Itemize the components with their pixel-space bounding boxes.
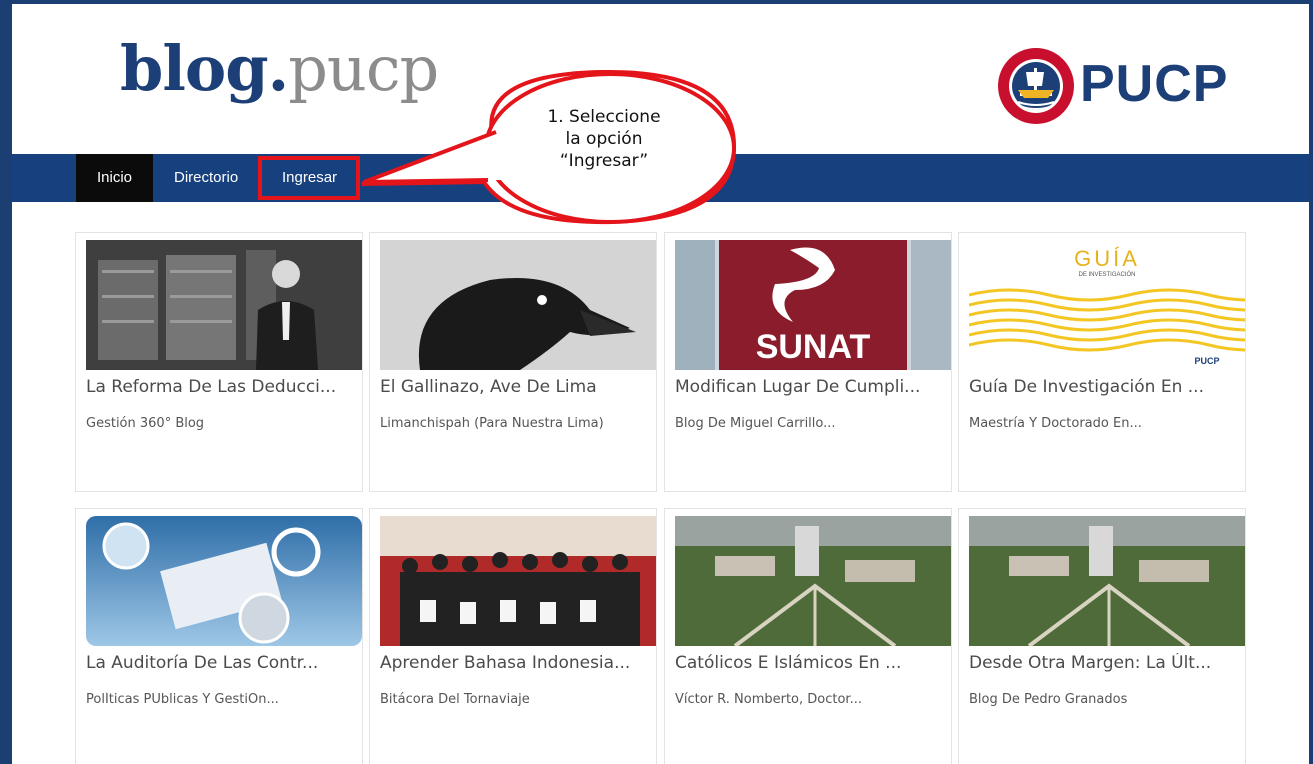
guia-image-title: GUÍA (1074, 246, 1140, 271)
post-title[interactable]: El Gallinazo, Ave De Lima (380, 377, 660, 397)
post-blog-name[interactable]: Blog De Pedro Granados (969, 692, 1249, 707)
pucp-wordmark: PUCP (1080, 55, 1229, 113)
guia-image-brand: PUCP (1194, 356, 1219, 366)
post-blog-name[interactable]: Blog De Miguel Carrillo... (675, 416, 955, 431)
nav-item-partial[interactable]: A (380, 154, 418, 202)
post-card[interactable]: GUÍA DE INVESTIGACIÓN PUCP Guía De Inves… (958, 232, 1246, 492)
nav-item-inicio[interactable]: Inicio (76, 154, 153, 202)
post-card[interactable]: SUNAT Modifican Lugar De Cumpli... Blog … (664, 232, 952, 492)
post-blog-name[interactable]: Gestión 360° Blog (86, 416, 366, 431)
guia-image-subtitle: DE INVESTIGACIÓN (1078, 271, 1135, 278)
post-blog-name[interactable]: Bitácora Del Tornaviaje (380, 692, 660, 707)
post-thumbnail[interactable] (969, 516, 1245, 646)
post-card[interactable]: Aprender Bahasa Indonesia... Bitácora De… (369, 508, 657, 764)
post-thumbnail[interactable] (380, 240, 656, 370)
callout-text: 1. Seleccione la opción “Ingresar” (547, 107, 661, 171)
post-title[interactable]: Modifican Lugar De Cumpli... (675, 377, 955, 397)
sunat-sign-text: SUNAT (756, 328, 871, 366)
post-title[interactable]: Aprender Bahasa Indonesia... (380, 653, 660, 673)
post-thumbnail[interactable] (86, 516, 362, 646)
post-card[interactable]: Desde Otra Margen: La Últ... Blog De Ped… (958, 508, 1246, 764)
ingresar-highlight-box (258, 156, 360, 200)
post-thumbnail[interactable] (86, 240, 362, 370)
post-blog-name[interactable]: Víctor R. Nomberto, Doctor... (675, 692, 955, 707)
post-thumbnail[interactable] (380, 516, 656, 646)
browser-frame: blog.pucp PUCP Inicio Directorio Ingresa… (0, 0, 1313, 764)
post-card[interactable]: Católicos E Islámicos En ... Víctor R. N… (664, 508, 952, 764)
post-title[interactable]: Católicos E Islámicos En ... (675, 653, 955, 673)
post-thumbnail[interactable]: GUÍA DE INVESTIGACIÓN PUCP (969, 240, 1245, 370)
post-card[interactable]: El Gallinazo, Ave De Lima Limanchispah (… (369, 232, 657, 492)
post-title[interactable]: Desde Otra Margen: La Últ... (969, 653, 1249, 673)
post-card[interactable]: La Auditoría De Las Contr... PolÍticas P… (75, 508, 363, 764)
post-thumbnail[interactable] (675, 516, 951, 646)
post-blog-name[interactable]: Limanchispah (Para Nuestra Lima) (380, 416, 660, 431)
post-blog-name[interactable]: PolÍticas PÚblicas Y GestiÓn... (86, 692, 366, 707)
post-title[interactable]: La Reforma De Las Deducci... (86, 377, 366, 397)
post-card[interactable]: La Reforma De Las Deducci... Gestión 360… (75, 232, 363, 492)
blog-pucp-logo[interactable]: blog.pucp (120, 38, 439, 100)
nav-item-directorio[interactable]: Directorio (160, 154, 252, 202)
pucp-seal-icon (998, 48, 1074, 124)
post-title[interactable]: Guía De Investigación En ... (969, 377, 1249, 397)
post-title[interactable]: La Auditoría De Las Contr... (86, 653, 366, 673)
post-blog-name[interactable]: Maestría Y Doctorado En... (969, 416, 1249, 431)
post-thumbnail[interactable]: SUNAT (675, 240, 951, 370)
